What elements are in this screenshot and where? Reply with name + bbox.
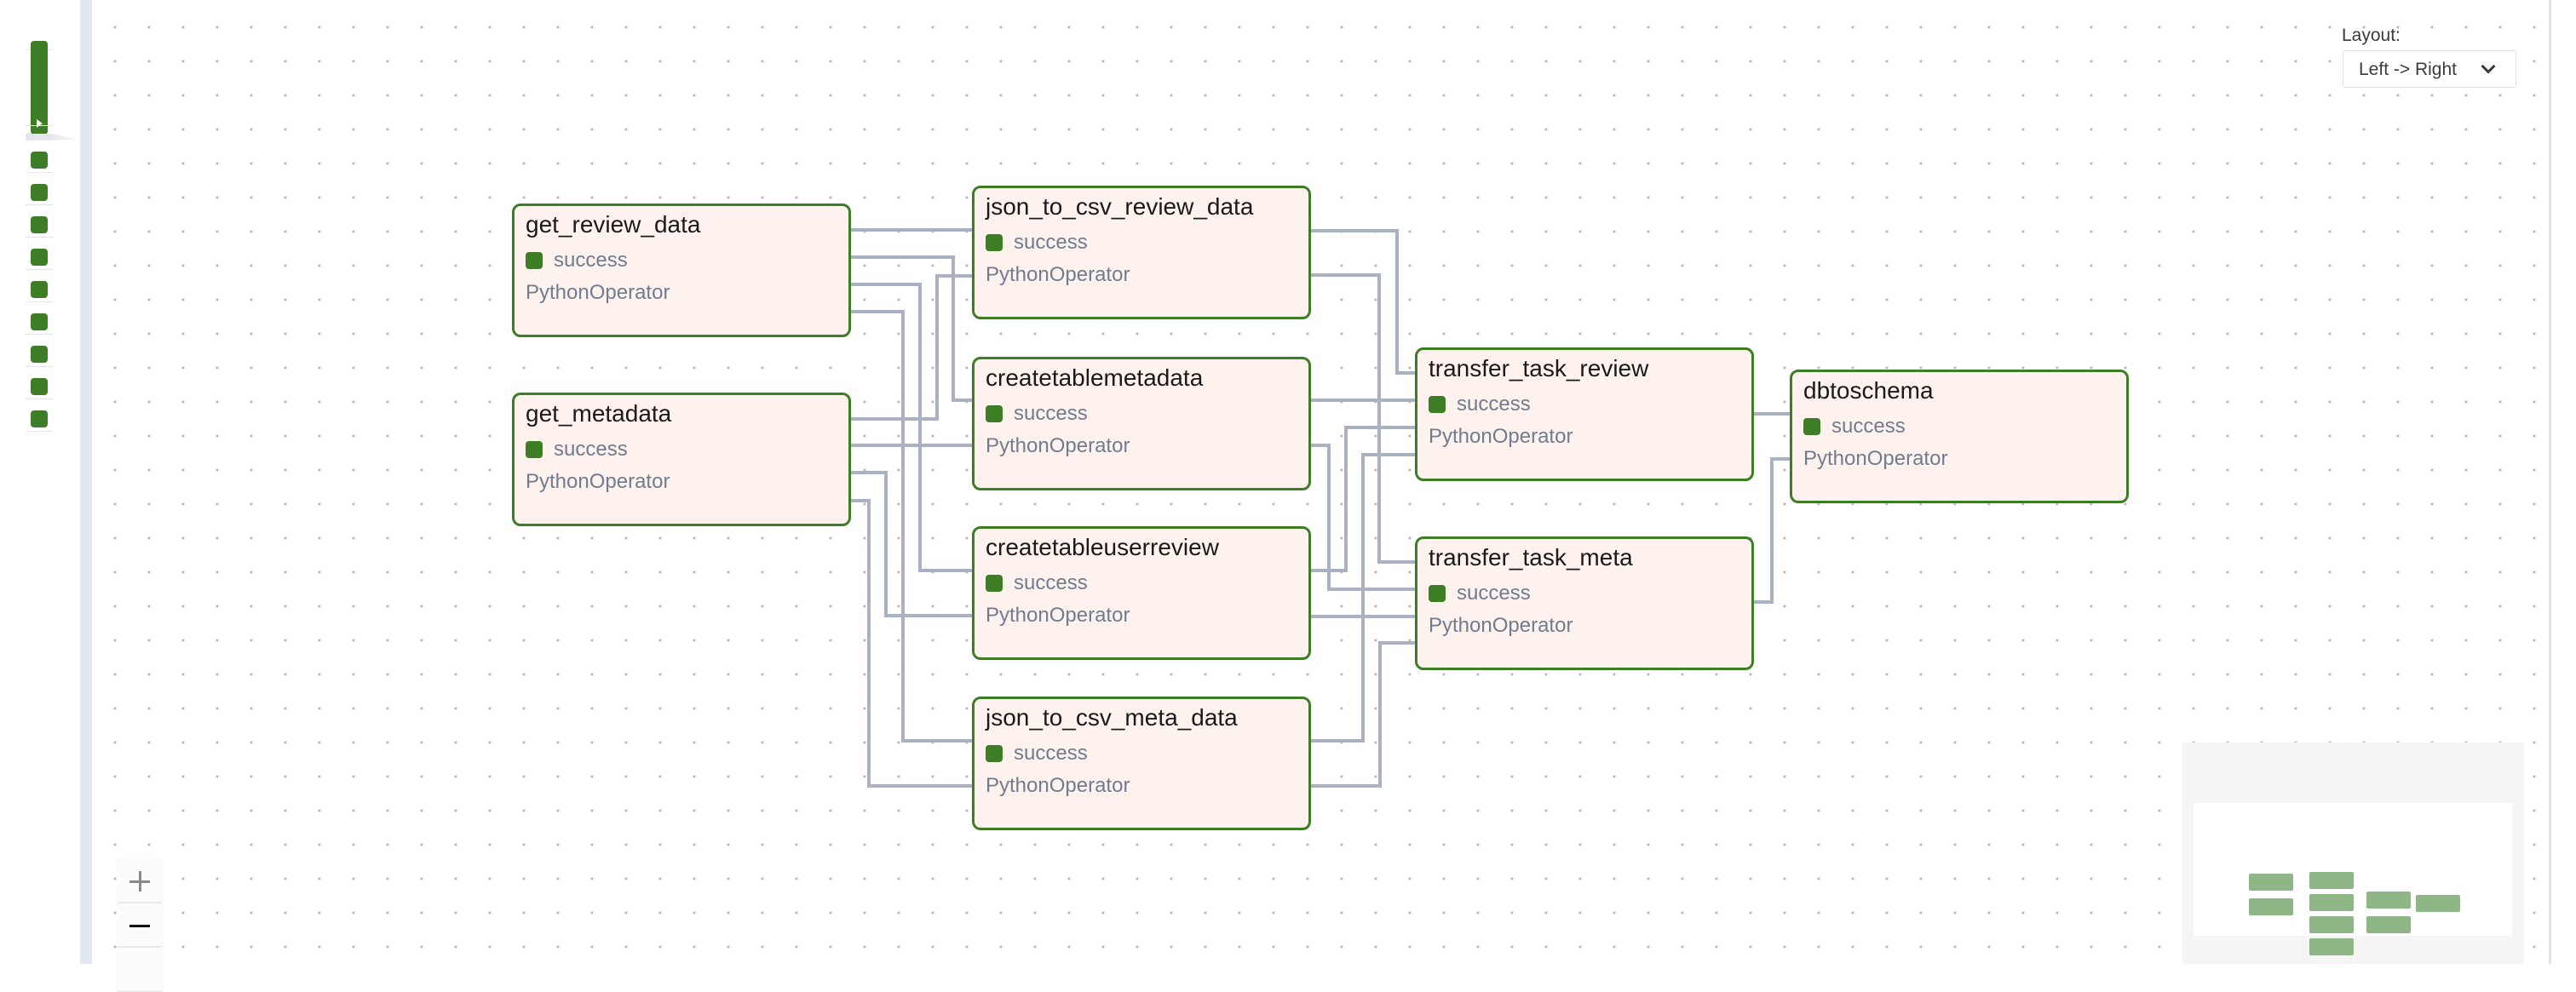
status-square-icon <box>1803 418 1820 435</box>
task-node-state: success <box>1014 402 1088 425</box>
task-instance-square[interactable] <box>31 281 48 298</box>
task-node-state: success <box>1014 742 1088 765</box>
graph-canvas[interactable] <box>92 0 2549 964</box>
grid-row-divider <box>26 301 53 302</box>
dag-run-bar[interactable] <box>31 41 48 135</box>
task-node-title: createtableuserreview <box>986 534 1219 560</box>
task-node-status: success <box>986 402 1088 425</box>
task-node-json_to_csv_meta_data[interactable]: json_to_csv_meta_datasuccess PythonOperat… <box>972 697 1311 830</box>
task-node-title: json_to_csv_review_data <box>986 193 1254 220</box>
status-square-icon <box>986 405 1003 422</box>
grid-row-divider <box>26 125 53 126</box>
zoom-in-button[interactable] <box>118 859 162 903</box>
grid-row-divider <box>26 172 53 173</box>
task-node-status: success <box>526 249 628 272</box>
grid-row-divider <box>26 204 53 205</box>
task-instance-square[interactable] <box>31 152 48 169</box>
task-node-transfer_task_review[interactable]: transfer_task_reviewsuccess PythonOperato… <box>1415 347 1754 481</box>
minimap-node-json_to_csv_review_data <box>2309 872 2354 889</box>
selected-run-indicator <box>26 134 78 140</box>
task-node-state: success <box>554 438 628 461</box>
status-square-icon <box>1429 396 1446 413</box>
grid-row-divider <box>26 366 53 367</box>
task-node-operator: PythonOperator <box>986 434 1130 457</box>
task-node-status: success <box>986 742 1088 765</box>
status-square-icon <box>986 234 1003 251</box>
task-instance-square[interactable] <box>31 184 48 201</box>
task-node-state: success <box>1831 415 1906 438</box>
task-node-status: success <box>1429 582 1531 605</box>
task-node-operator: PythonOperator <box>1429 425 1573 448</box>
grid-row-divider <box>26 334 53 335</box>
minimap-node-transfer_task_meta <box>2366 916 2411 933</box>
grid-panel <box>0 0 79 964</box>
task-node-title: get_metadata <box>526 400 672 427</box>
task-node-status: success <box>1429 393 1531 416</box>
minimap-node-createtableuserreview <box>2309 916 2354 933</box>
minimap-node-createtablemetadata <box>2309 894 2354 911</box>
task-node-title: transfer_task_review <box>1429 355 1649 381</box>
task-node-title: get_review_data <box>526 211 701 238</box>
right-panel <box>2551 0 2576 964</box>
task-node-operator: PythonOperator <box>986 604 1130 627</box>
status-square-icon <box>526 252 543 269</box>
status-square-icon <box>1429 585 1446 602</box>
task-node-state: success <box>1014 571 1088 594</box>
chevron-down-icon <box>2481 59 2496 74</box>
task-node-operator: PythonOperator <box>986 774 1130 797</box>
fit-view-button[interactable] <box>118 948 162 992</box>
zoom-controls <box>118 859 162 992</box>
task-node-status: success <box>986 231 1088 254</box>
task-node-title: dbtoschema <box>1803 377 1934 404</box>
task-node-json_to_csv_review_data[interactable]: json_to_csv_review_datasuccess PythonOper… <box>972 186 1311 319</box>
status-square-icon <box>986 575 1003 592</box>
task-node-state: success <box>1457 582 1531 605</box>
minimap-node-json_to_csv_meta_data <box>2309 938 2354 955</box>
status-square-icon <box>986 745 1003 762</box>
task-node-createtablemetadata[interactable]: createtablemetadata success PythonOperator <box>972 357 1311 490</box>
minimap-node-get_review_data <box>2249 874 2293 891</box>
task-node-title: transfer_task_meta <box>1429 544 1633 571</box>
task-node-state: success <box>554 249 628 272</box>
task-instance-square[interactable] <box>31 313 48 330</box>
task-node-operator: PythonOperator <box>526 470 670 493</box>
task-instance-square[interactable] <box>31 346 48 363</box>
play-icon <box>37 119 43 128</box>
task-instance-square[interactable] <box>31 378 48 395</box>
zoom-out-button[interactable] <box>118 903 162 948</box>
minimap-node-get_metadata <box>2249 898 2293 915</box>
task-node-get_review_data[interactable]: get_review_datasuccess PythonOperator <box>512 204 851 337</box>
task-instance-square[interactable] <box>31 216 48 233</box>
layout-select[interactable]: Left -> Right <box>2343 50 2516 88</box>
task-node-title: createtablemetadata <box>986 364 1204 391</box>
task-instance-square[interactable] <box>31 249 48 266</box>
task-node-state: success <box>1457 393 1531 416</box>
task-node-operator: PythonOperator <box>1429 614 1573 637</box>
task-instance-square[interactable] <box>31 410 48 427</box>
layout-label: Layout: <box>2342 26 2401 45</box>
status-square-icon <box>526 441 543 458</box>
task-node-get_metadata[interactable]: get_metadatasuccess PythonOperator <box>512 393 851 526</box>
layout-select-value: Left -> Right <box>2359 60 2457 79</box>
task-node-status: success <box>1803 415 1906 438</box>
task-node-operator: PythonOperator <box>1803 447 1948 470</box>
task-node-status: success <box>986 571 1088 594</box>
panel-resize-handle[interactable] <box>80 0 92 964</box>
task-node-title: json_to_csv_meta_data <box>986 704 1238 731</box>
task-node-state: success <box>1014 231 1088 254</box>
minimap-node-dbtoschema <box>2416 895 2460 912</box>
task-node-operator: PythonOperator <box>986 263 1130 286</box>
grid-row-divider <box>26 269 53 270</box>
task-node-transfer_task_meta[interactable]: transfer_task_metasuccess PythonOperator <box>1415 536 1754 670</box>
task-node-status: success <box>526 438 628 461</box>
minimap-node-transfer_task_review <box>2366 892 2411 909</box>
grid-row-divider <box>26 431 53 432</box>
task-node-operator: PythonOperator <box>526 281 670 304</box>
task-node-dbtoschema[interactable]: dbtoschema success PythonOperator <box>1790 370 2129 503</box>
task-node-createtableuserreview[interactable]: createtableuserreview success PythonOperat… <box>972 526 1311 660</box>
grid-row-divider <box>26 237 53 238</box>
minimap[interactable] <box>2182 743 2524 964</box>
